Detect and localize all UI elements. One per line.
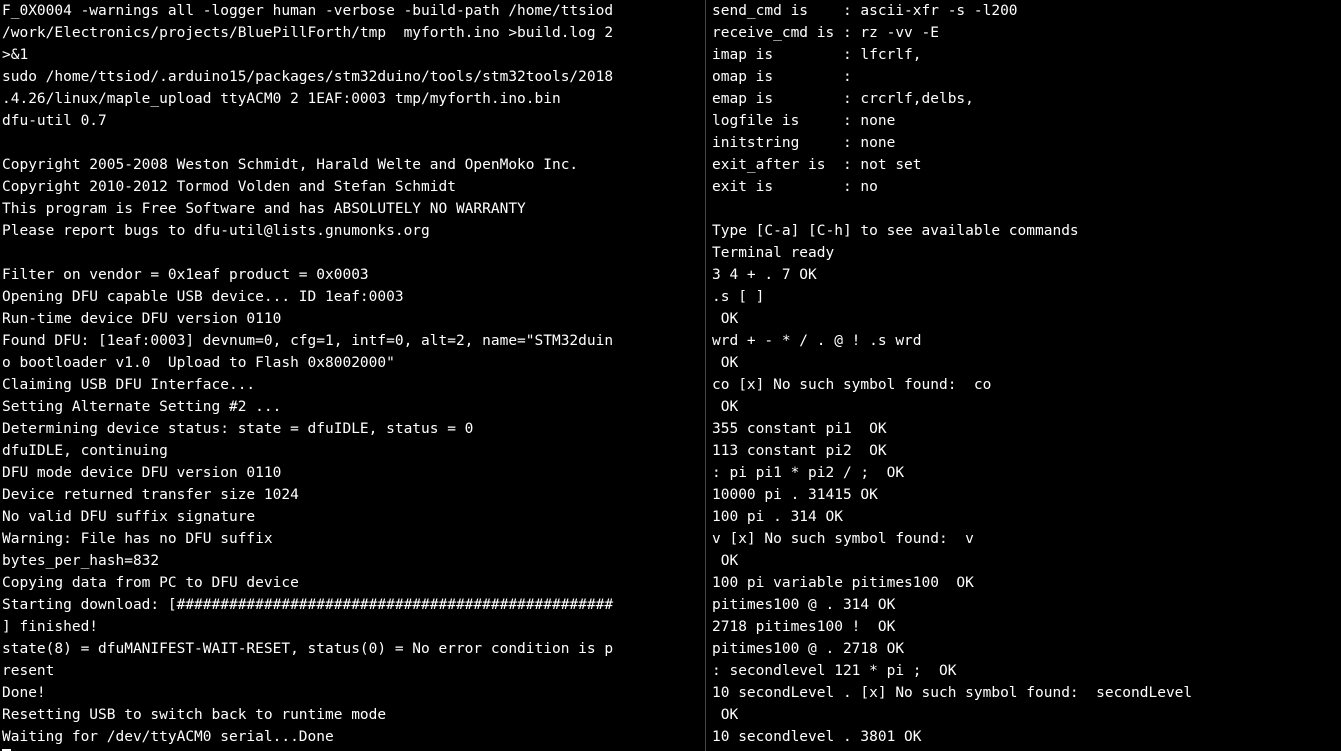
terminal-left-pane[interactable]: F_0X0004 -warnings all -logger human -ve… bbox=[0, 0, 706, 751]
terminal-output-left: F_0X0004 -warnings all -logger human -ve… bbox=[2, 0, 705, 748]
terminal-output-right: send_cmd is : ascii-xfr -s -l200 receive… bbox=[712, 0, 1341, 748]
terminal-right-pane[interactable]: send_cmd is : ascii-xfr -s -l200 receive… bbox=[706, 0, 1341, 751]
